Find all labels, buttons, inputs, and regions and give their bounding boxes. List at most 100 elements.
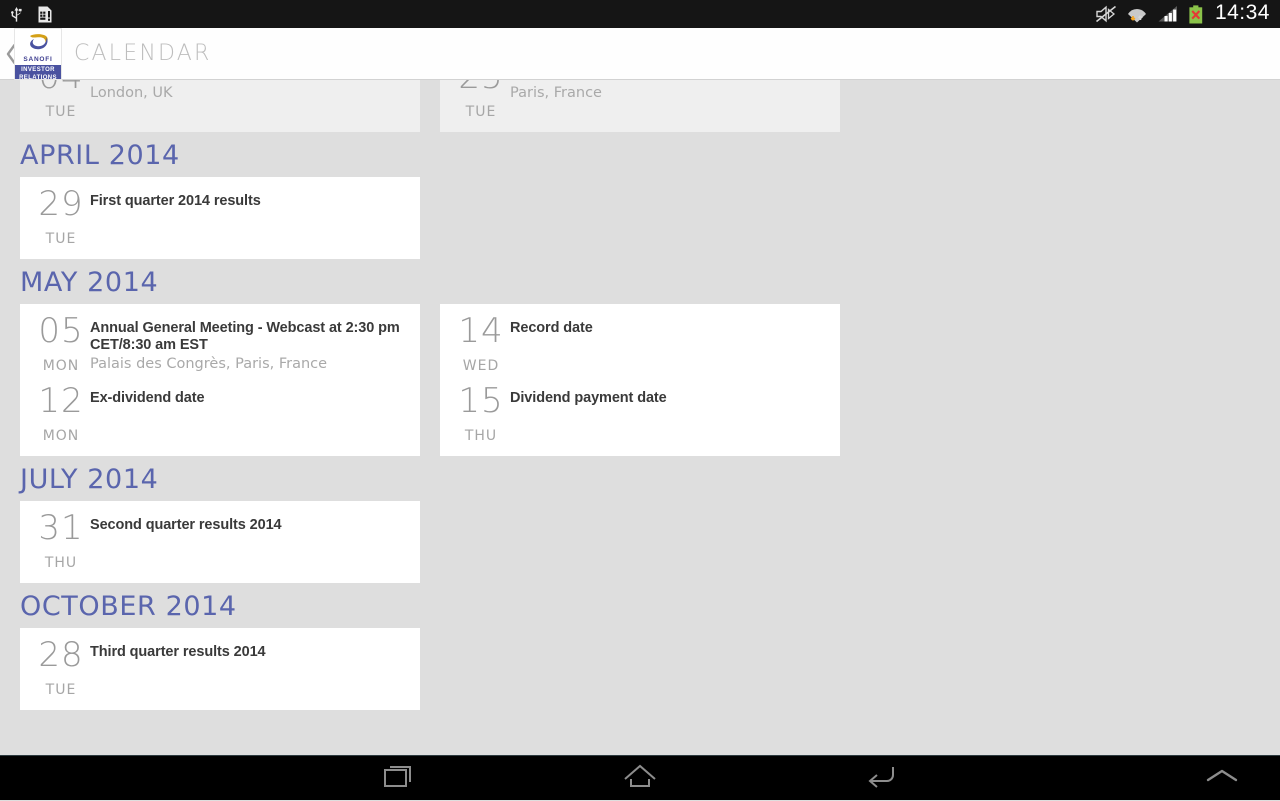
calendar-card[interactable]: 28 TUE Third quarter results 2014 (20, 628, 420, 710)
calendar-card[interactable]: 05 MON Annual General Meeting - Webcast at… (20, 304, 420, 456)
back-icon (865, 762, 899, 795)
app-header: SANOFI INVESTOR RELATIONS CALENDAR (0, 28, 1280, 80)
calendar-row: 31 THU Second quarter results 2014 (0, 501, 1280, 583)
calendar-row-columns: 28 TUE Third quarter results 2014 (0, 628, 1280, 710)
event-title: First quarter 2014 results (90, 193, 261, 209)
volume-mute-icon (1095, 5, 1117, 23)
sanofi-swirl-icon (27, 33, 49, 55)
brand-name: SANOFI (23, 56, 53, 63)
month-heading: APRIL 2014 (20, 140, 180, 171)
event-day-number: 14 (458, 311, 504, 351)
event-title: Ex-dividend date (90, 390, 205, 406)
calendar-event[interactable]: 31 THU Second quarter results 2014 (20, 505, 420, 575)
event-day-of-week: TUE (45, 104, 77, 120)
calendar-event[interactable]: 12 MON Ex-dividend date (20, 378, 420, 448)
event-day-of-week: WED (462, 358, 500, 374)
collapse-navbar-button[interactable] (1192, 756, 1252, 801)
calendar-card[interactable]: 31 THU Second quarter results 2014 (20, 501, 420, 583)
calendar-scroll-area[interactable]: 04 TUE Credit Suisse Healthcare 1-1 Confer… (0, 80, 1280, 755)
event-body: Dividend payment date (510, 384, 828, 407)
home-icon (622, 762, 658, 795)
calendar-event[interactable]: 14 WED Record date (440, 308, 840, 378)
event-body: Annual General Meeting - Webcast at 2:30… (90, 314, 408, 373)
event-day-number: 25 (452, 80, 510, 94)
event-day-number: 28 (38, 635, 84, 675)
event-location: Palais des Congrès, Paris, France (90, 356, 328, 372)
event-date: 15 THU (452, 384, 510, 444)
calendar-card[interactable]: 14 WED Record date 15 THU Dividend payment da… (440, 304, 840, 456)
status-bar-right-icons: 14:34 (1095, 1, 1280, 27)
calendar-row: 04 TUE Credit Suisse Healthcare 1-1 Confer… (0, 80, 1280, 132)
event-day-of-week: THU (44, 555, 78, 571)
wifi-transfer-icon (1126, 5, 1148, 24)
event-title: Exane BNP Paribas Healthcare Conference (510, 80, 828, 83)
event-day-of-week: MON (42, 358, 80, 374)
calendar-event[interactable]: 04 TUE Credit Suisse Healthcare 1-1 Confer… (20, 80, 420, 124)
month-heading: JULY 2014 (20, 464, 159, 495)
event-body: Ex-dividend date (90, 384, 408, 407)
event-day-of-week: TUE (45, 231, 77, 247)
event-date: 28 TUE (32, 638, 90, 698)
event-day-number: 12 (38, 381, 84, 421)
event-title: Third quarter results 2014 (90, 644, 266, 660)
calendar-event[interactable]: 25 TUE Exane BNP Paribas Healthcare Confer… (440, 80, 840, 124)
event-day-number: 05 (38, 311, 84, 351)
event-date: 29 TUE (32, 187, 90, 247)
calendar-group-list: 04 TUE Credit Suisse Healthcare 1-1 Confer… (0, 80, 1280, 710)
brand-tagline-line1: INVESTOR (21, 67, 55, 73)
calendar-event[interactable]: 05 MON Annual General Meeting - Webcast at… (20, 308, 420, 378)
event-date: 05 MON (32, 314, 90, 374)
calendar-card[interactable]: 25 TUE Exane BNP Paribas Healthcare Confer… (440, 80, 840, 132)
calendar-row: 29 TUE First quarter 2014 results (0, 177, 1280, 259)
event-body: Record date (510, 314, 828, 337)
calendar-row-columns: 04 TUE Credit Suisse Healthcare 1-1 Confer… (0, 80, 1280, 132)
event-location: London, UK (90, 85, 173, 101)
status-bar-left-icons (0, 6, 53, 23)
usb-icon (10, 6, 23, 23)
calendar-event[interactable]: 15 THU Dividend payment date (440, 378, 840, 448)
system-navigation-bar[interactable] (0, 755, 1280, 800)
event-body: Exane BNP Paribas Healthcare Conference P… (510, 80, 828, 102)
event-date: 12 MON (32, 384, 90, 444)
calendar-card[interactable]: 04 TUE Credit Suisse Healthcare 1-1 Confer… (20, 80, 420, 132)
brand-tagline: INVESTOR RELATIONS (15, 65, 61, 79)
calendar-row: 05 MON Annual General Meeting - Webcast at… (0, 304, 1280, 456)
event-day-number: 04 (32, 80, 90, 94)
event-day-of-week: MON (42, 428, 80, 444)
event-title: Second quarter results 2014 (90, 517, 282, 533)
month-heading: MAY 2014 (20, 267, 159, 298)
event-day-of-week: TUE (465, 104, 497, 120)
event-body: First quarter 2014 results (90, 187, 408, 210)
cellular-signal-icon (1157, 5, 1179, 23)
event-day-number: 15 (458, 381, 504, 421)
calendar-row-columns: 31 THU Second quarter results 2014 (0, 501, 1280, 583)
battery-error-icon (1188, 4, 1204, 24)
event-title: Record date (510, 320, 593, 336)
recents-button[interactable] (340, 756, 460, 801)
month-heading: OCTOBER 2014 (20, 591, 237, 622)
event-body: Second quarter results 2014 (90, 511, 408, 534)
recents-icon (383, 761, 417, 796)
status-bar[interactable]: 14:34 (0, 0, 1280, 28)
event-title: Dividend payment date (510, 390, 667, 406)
calendar-row: 28 TUE Third quarter results 2014 (0, 628, 1280, 710)
calendar-row-columns: 29 TUE First quarter 2014 results (0, 177, 1280, 259)
back-button[interactable] (822, 756, 942, 801)
brand-logo[interactable]: SANOFI INVESTOR RELATIONS (14, 28, 62, 80)
page-title: CALENDAR (74, 41, 212, 66)
status-bar-clock: 14:34 (1214, 1, 1270, 24)
event-location: Paris, France (510, 85, 602, 101)
calendar-row-columns: 05 MON Annual General Meeting - Webcast at… (0, 304, 1280, 456)
sim-card-alert-icon (37, 6, 53, 23)
event-day-of-week: THU (464, 428, 498, 444)
event-body: Third quarter results 2014 (90, 638, 408, 661)
calendar-card[interactable]: 29 TUE First quarter 2014 results (20, 177, 420, 259)
event-title: Annual General Meeting - Webcast at 2:30… (90, 320, 400, 353)
calendar-event[interactable]: 28 TUE Third quarter results 2014 (20, 632, 420, 702)
home-button[interactable] (580, 756, 700, 801)
event-title: Credit Suisse Healthcare 1-1 Conference (90, 80, 408, 83)
calendar-event[interactable]: 29 TUE First quarter 2014 results (20, 181, 420, 251)
event-day-number: 31 (38, 508, 84, 548)
event-day-of-week: TUE (45, 682, 77, 698)
event-date: 25 TUE (452, 80, 510, 120)
